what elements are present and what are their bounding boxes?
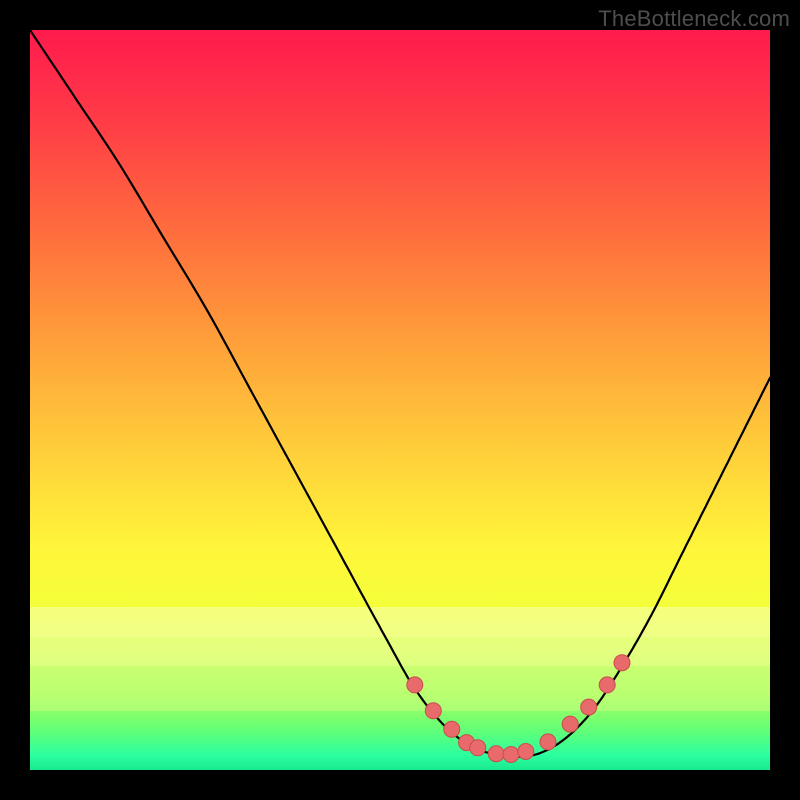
highlight-dot <box>407 677 423 693</box>
bottleneck-curve-path <box>30 30 770 757</box>
highlight-dot <box>599 677 615 693</box>
highlight-dot <box>540 734 556 750</box>
highlight-dot <box>444 721 460 737</box>
highlight-dot <box>503 747 519 763</box>
highlight-dots-group <box>407 655 630 763</box>
highlight-dot <box>614 655 630 671</box>
highlight-dot <box>581 699 597 715</box>
highlight-dot <box>518 744 534 760</box>
highlight-dot <box>562 716 578 732</box>
plot-area <box>30 30 770 770</box>
highlight-dot <box>488 746 504 762</box>
highlight-dot <box>470 740 486 756</box>
chart-frame: TheBottleneck.com <box>0 0 800 800</box>
watermark-text: TheBottleneck.com <box>598 6 790 32</box>
highlight-dot <box>425 703 441 719</box>
curve-svg <box>30 30 770 770</box>
